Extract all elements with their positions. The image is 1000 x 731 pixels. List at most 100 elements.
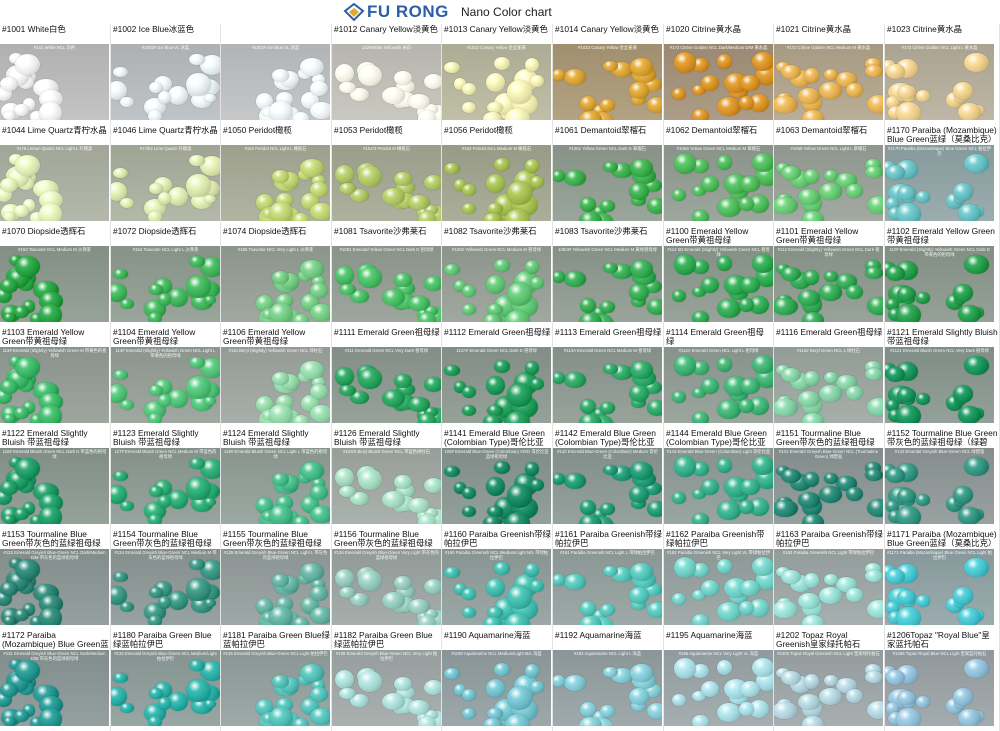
gemstone [824, 169, 838, 181]
color-swatch-cell[interactable]: #1002# Ice Blue SL 冰蓝 [221, 24, 332, 125]
color-swatch-cell[interactable]: #1001 White白色 #101 White NCL 白色 [0, 24, 111, 125]
color-swatch-cell[interactable]: #1002 Ice Blue冰蓝色 #1002# Ice Blue VL 冰蓝 [111, 24, 221, 125]
color-swatch-cell[interactable]: #1152 Tourmaline Blue Green带灰色的蓝绿祖母绿（绿碧玺… [885, 428, 1000, 529]
color-swatch-cell[interactable]: #1074 Diopside透辉石 #155 Tsavorite NCL Very… [221, 226, 332, 327]
color-swatch-cell[interactable]: #1106 Emerald Yellow Green带黄祖母绿 #116 Bery… [221, 327, 332, 428]
gemstone-photo: #103/3 Beryl Bluish Green NCL 带蓝色绿柱石 [332, 448, 441, 524]
color-swatch-cell[interactable]: #1124 Emerald Slightly Bluish 带蓝祖母绿 118# … [221, 428, 332, 529]
gemstone [120, 601, 134, 613]
color-swatch-cell[interactable]: #1102 Emerald Yellow Green带黄祖母绿 112# Emer… [885, 226, 1000, 327]
gemstone [798, 694, 820, 710]
gemstone [189, 659, 205, 672]
color-swatch-cell[interactable]: #1046 Lime Quartz青柠水晶 #178/2 Lime Quartz … [111, 125, 221, 226]
gemstone [189, 255, 205, 268]
gemstone-cluster [774, 561, 883, 625]
gemstone [672, 188, 687, 202]
color-swatch-cell[interactable]: #1153 Tourmaline Blue Green带灰色的蓝绿祖母绿（绿碧玺… [0, 529, 111, 630]
color-swatch-cell[interactable]: #1195 Aquamarine海蓝 #195 Aquamarine NCL Ve… [664, 630, 774, 731]
color-swatch-cell[interactable]: #1160 Paraiba Greenish带绿帕拉伊巴 #160 Paraiba… [442, 529, 553, 630]
color-swatch-cell[interactable]: #1144 Emerald Blue Green (Colombian Type… [664, 428, 774, 529]
color-swatch-cell[interactable]: #1163 Paraiba Greenish带绿帕拉伊巴 #163 Paraiba… [774, 529, 885, 630]
color-swatch-cell[interactable]: #1121 Emerald Slightly Bluish 带蓝祖母绿 #1121… [885, 327, 1000, 428]
color-swatch-cell[interactable]: #1141 Emerald Blue Green (Colombian Type… [442, 428, 553, 529]
gemstone [493, 360, 510, 373]
color-swatch-cell[interactable]: #1082 Tsavorite沙弗莱石 #1082 Yellowish Green… [442, 226, 553, 327]
gemstone-cluster [111, 558, 220, 625]
color-swatch-cell[interactable]: #1171 Paraiba (Mozambique) Blue Green蓝绿（… [885, 529, 1000, 630]
color-swatch-cell[interactable]: #1151 Tourmaline Blue Green带灰色的蓝绿祖母绿（绿碧玺… [774, 428, 885, 529]
color-swatch-cell[interactable]: #1070 Diopside透辉石 #153 Tsavorite NCL Medi… [0, 226, 111, 327]
color-swatch-cell[interactable]: #1063 Demantoid翠榴石 #1069 Yellow Green NCL… [774, 125, 885, 226]
gemstone [646, 198, 662, 214]
color-swatch-cell[interactable]: #1155 Tourmaline Blue Green带灰色的蓝绿祖母绿（绿碧玺… [221, 529, 332, 630]
gemstone [338, 687, 356, 700]
gemstone [579, 399, 596, 415]
gemstone [739, 377, 760, 394]
color-swatch-cell[interactable]: #1190 Aquamarine海蓝 #1190 Aquamarine NCL M… [442, 630, 553, 731]
gemstone-cluster [774, 662, 883, 726]
color-swatch-cell[interactable]: #1162 Paraiba Greenish带绿帕拉伊巴 #162 Paraiba… [664, 529, 774, 630]
color-swatch-cell[interactable]: #1192 Aquamarine海蓝 #192 Aquamarine NCL Li… [553, 630, 664, 731]
gemstone [269, 100, 294, 120]
color-swatch-cell[interactable]: #1101 Emerald Yellow Green带黄祖母绿 #112 Emer… [774, 226, 885, 327]
gemstone [299, 664, 325, 682]
color-swatch-cell[interactable]: #1021 Citrine黄水晶 #172 Citrine Golden NCL … [774, 24, 885, 125]
color-swatch-cell[interactable]: #1023 Citrine黄水晶 #173 Citrine Golden NCL … [885, 24, 1000, 125]
color-swatch-cell[interactable]: #1100 Emerald Yellow Green带黄祖母绿 #112 5D E… [664, 226, 774, 327]
color-swatch-cell[interactable]: #1014 Canary Yellow淡黄色 #1023 Canary Yello… [553, 24, 664, 125]
gemstone [804, 270, 819, 285]
color-swatch-cell[interactable]: #1112 Emerald Green祖母绿 112A# Emerald Gree… [442, 327, 553, 428]
color-swatch-cell[interactable]: #1083 Tsavorite沙弗莱石 108/3# Yellowish Gree… [553, 226, 664, 327]
color-swatch-cell[interactable]: #1170 Paraiba (Mozambique) Blue Green蓝绿（… [885, 125, 1000, 226]
color-swatch-cell[interactable]: #1126 Emerald Slightly Bluish 带蓝祖母绿 #103/… [332, 428, 442, 529]
gemstone-photo: #160 Paraiba Greenish NCL Medium/Light M… [442, 549, 551, 625]
gemstone [148, 384, 163, 396]
color-swatch-cell[interactable]: #1113 Emerald Green祖母绿 #113A Emerald Gree… [553, 327, 664, 428]
color-swatch-cell[interactable]: #1103 Emerald Yellow Green带黄祖母绿 113# Emer… [0, 327, 111, 428]
color-swatch-cell[interactable]: #1104 Emerald Yellow Green带黄祖母绿 114# Emer… [111, 327, 221, 428]
gemstone [203, 396, 217, 406]
gemstone [798, 492, 820, 508]
gemstone [780, 64, 802, 79]
color-swatch-cell[interactable]: #1053 Peridot橄榄 #152/3 Peridot M 橄榄石 [332, 125, 442, 226]
color-swatch-cell[interactable]: #1044 Lime Quartz青柠水晶 #178 Lemon Quartz N… [0, 125, 111, 226]
color-swatch-cell[interactable]: #1056 Peridot橄榄 #153 Peridot NCL Medium M… [442, 125, 553, 226]
photo-caption: #1069 Yellow Green NCL Light L 翠榴石 [790, 146, 867, 151]
color-swatch-cell[interactable]: #1161 Paraiba Greenish带绿帕拉伊巴 #161 Paraiba… [553, 529, 664, 630]
photo-caption: #111 Emerald Green NCL Very Dark 祖母绿 [344, 348, 429, 353]
color-swatch-cell[interactable]: #1206Topaz "Royal Blue"皇家蓝托帕石 #1206 Topaz… [885, 630, 1000, 731]
color-swatch-cell[interactable]: #1154 Tourmaline Blue Green带灰色的蓝绿祖母绿（绿碧玺… [111, 529, 221, 630]
color-swatch-cell[interactable]: #1182 Paraiba Green Blue绿蓝帕拉伊巴 #136 Emera… [332, 630, 442, 731]
gemstone-photo: #1190 Aquamarine NCL Medium/Light M/L 海蓝 [442, 650, 551, 726]
gemstone [818, 284, 843, 301]
color-swatch-cell[interactable]: #1050 Peridot橄榄 #152 Peridot NCL Light L … [221, 125, 332, 226]
swatch-label: #1101 Emerald Yellow Green带黄祖母绿 [776, 227, 859, 245]
gemstone-cluster [774, 359, 883, 423]
color-swatch-cell[interactable]: #1180 Paraiba Green Blue绿蓝帕拉伊巴 #134 Emera… [111, 630, 221, 731]
color-swatch-cell[interactable]: #1081 Tsavorite沙弗莱石 #1081 Emerald Yellow … [332, 226, 442, 327]
color-swatch-cell[interactable]: #1156 Tourmaline Blue Green带灰色的蓝绿祖母绿（绿碧玺… [332, 529, 442, 630]
gemstone [674, 254, 697, 275]
color-swatch-cell[interactable]: #1062 Demantoid翠榴石 #1069 Yellow Green NCL… [664, 125, 774, 226]
gemstone [952, 385, 974, 403]
color-swatch-cell[interactable]: #1142 Emerald Blue Green (Colombian Type… [553, 428, 664, 529]
color-swatch-cell[interactable]: #1013 Canary Yellow淡黄色 #1022 Canary Yello… [442, 24, 553, 125]
color-swatch-cell[interactable]: #1111 Emerald Green祖母绿 #111 Emerald Green… [332, 327, 442, 428]
gemstone [269, 706, 294, 726]
color-swatch-cell[interactable]: #1122 Emerald Slightly Bluish 带蓝祖母绿 116# … [0, 428, 111, 529]
color-swatch-cell[interactable]: #1072 Diopside透辉石 #154 Tsavorite NCL Ligh… [111, 226, 221, 327]
gemstone-cluster [885, 658, 994, 726]
color-swatch-cell[interactable]: #1012 Canary Yellow淡黄色 102#White Yellowis… [332, 24, 442, 125]
gemstone [628, 587, 650, 605]
color-swatch-cell[interactable]: #1202 Topaz Royal Greenish皇家绿托帕石 #1202 To… [774, 630, 885, 731]
gemstone-photo: #114A Emerald Green NCL Light L 祖母绿 [664, 347, 773, 423]
color-swatch-cell[interactable]: #1061 Demantoid翠榴石 #1061 Yellow Green NCL… [553, 125, 664, 226]
color-swatch-cell[interactable]: #1020 Citrine黄水晶 #173 Citrine Golden NCL … [664, 24, 774, 125]
color-swatch-cell[interactable]: #1172 Paraiba (Mozambique) Blue Green蓝绿（… [0, 630, 111, 731]
color-swatch-cell[interactable]: #1181 Paraiba Green Blue绿蓝帕拉伊巴 #135 Emera… [221, 630, 332, 731]
gemstone [408, 94, 430, 110]
color-swatch-cell[interactable]: #1114 Emerald Green祖母绿 #114A Emerald Gree… [664, 327, 774, 428]
color-swatch-cell[interactable]: #1123 Emerald Slightly Bluish 带蓝祖母绿 117# … [111, 428, 221, 529]
gemstone [780, 165, 802, 180]
color-swatch-cell[interactable]: #1116 Emerald Green祖母绿 #1162 Beryl Green … [774, 327, 885, 428]
